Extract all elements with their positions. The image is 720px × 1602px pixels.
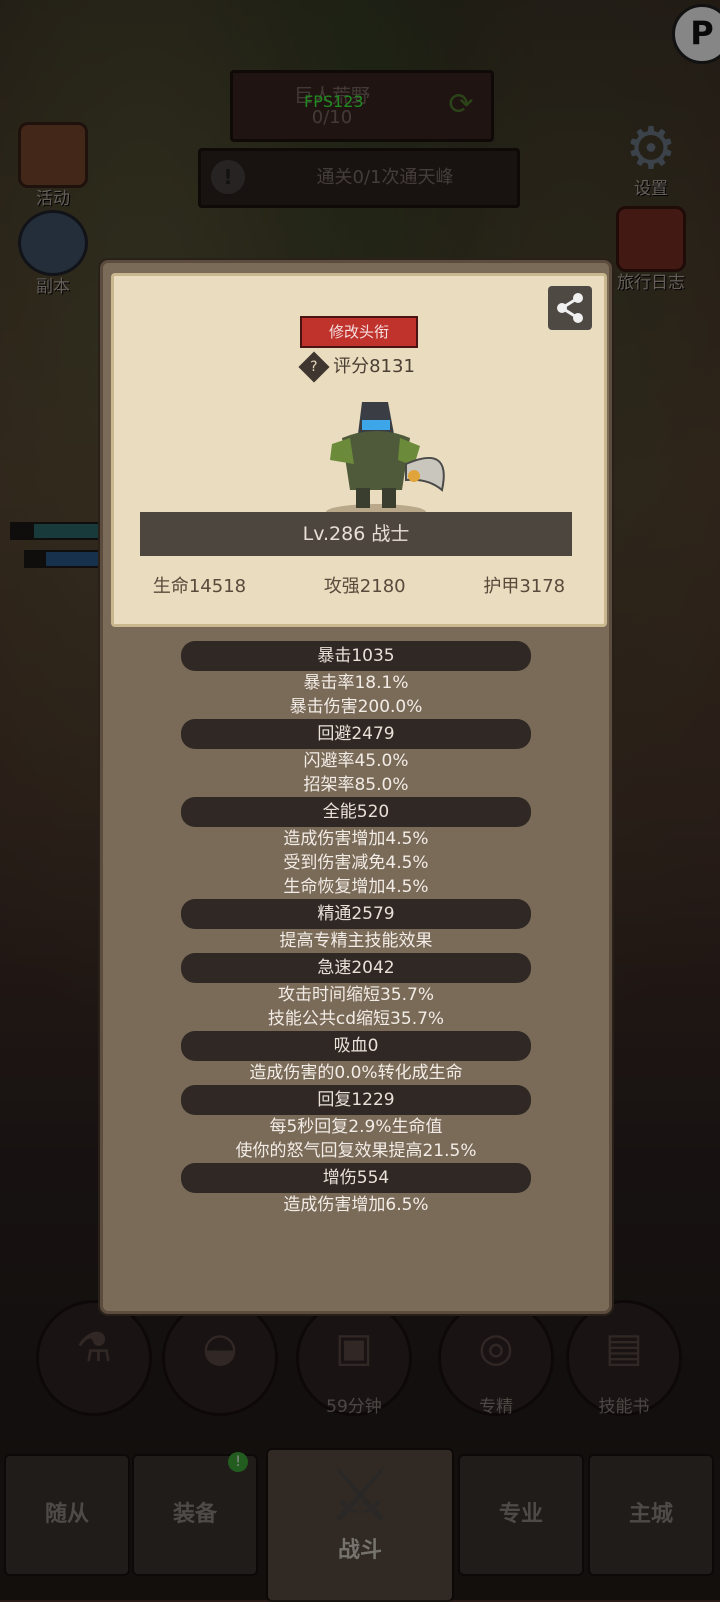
attribute-detail: 提高专精主技能效果 (279, 931, 433, 951)
attribute-detail: 技能公共cd缩短35.7% (267, 1009, 445, 1029)
stat-attack: 攻强2180 (323, 576, 406, 597)
attribute-header: 吸血0 (181, 1031, 531, 1061)
stat-armor: 护甲3178 (483, 576, 566, 597)
attribute-detail: 使你的怒气回复效果提高21.5% (235, 1141, 477, 1161)
attribute-header: 回复1229 (181, 1085, 531, 1115)
score-value: 评分8131 (333, 356, 415, 377)
share-button[interactable] (548, 286, 592, 330)
attribute-detail: 攻击时间缩短35.7% (277, 985, 434, 1005)
attribute-header: 精通2579 (181, 899, 531, 929)
character-card: 修改头衔 ? 评分8131 Lv.286 战士 生命14518 攻强2180 护甲… (111, 273, 607, 627)
attribute-header: 全能520 (181, 797, 531, 827)
attribute-detail: 暴击伤害200.0% (289, 697, 423, 717)
core-stats: 生命14518 攻强2180 护甲3178 (114, 572, 604, 598)
attribute-detail: 闪避率45.0% (303, 751, 409, 771)
attribute-detail: 生命恢复增加4.5% (283, 877, 429, 897)
score-help-icon[interactable]: ? (298, 351, 330, 383)
score-row: ? 评分8131 (114, 351, 604, 383)
warrior-avatar (326, 402, 445, 520)
share-icon (557, 293, 583, 323)
attribute-detail: 受到伤害减免4.5% (283, 853, 429, 873)
attribute-header: 回避2479 (181, 719, 531, 749)
character-attribute-panel: 修改头衔 ? 评分8131 Lv.286 战士 生命14518 攻强2180 护甲… (100, 260, 612, 1314)
attribute-detail: 造成伤害增加4.5% (283, 829, 429, 849)
attribute-detail: 每5秒回复2.9%生命值 (269, 1117, 443, 1137)
attribute-list: 暴击1035 暴击率18.1% 暴击伤害200.0% 回避2479 闪避率45.0% 招架… (103, 641, 609, 1217)
attribute-header: 暴击1035 (181, 641, 531, 671)
attribute-detail: 造成伤害增加6.5% (283, 1195, 429, 1215)
edit-title-button[interactable]: 修改头衔 (300, 316, 418, 348)
attribute-header: 急速2042 (181, 953, 531, 983)
attribute-header: 增伤554 (181, 1163, 531, 1193)
stat-hp: 生命14518 (152, 576, 247, 597)
attribute-detail: 暴击率18.1% (303, 673, 409, 693)
attribute-detail: 招架率85.0% (303, 775, 409, 795)
attribute-detail: 造成伤害的0.0%转化成生命 (249, 1063, 463, 1083)
level-class-bar: Lv.286 战士 (140, 512, 572, 556)
